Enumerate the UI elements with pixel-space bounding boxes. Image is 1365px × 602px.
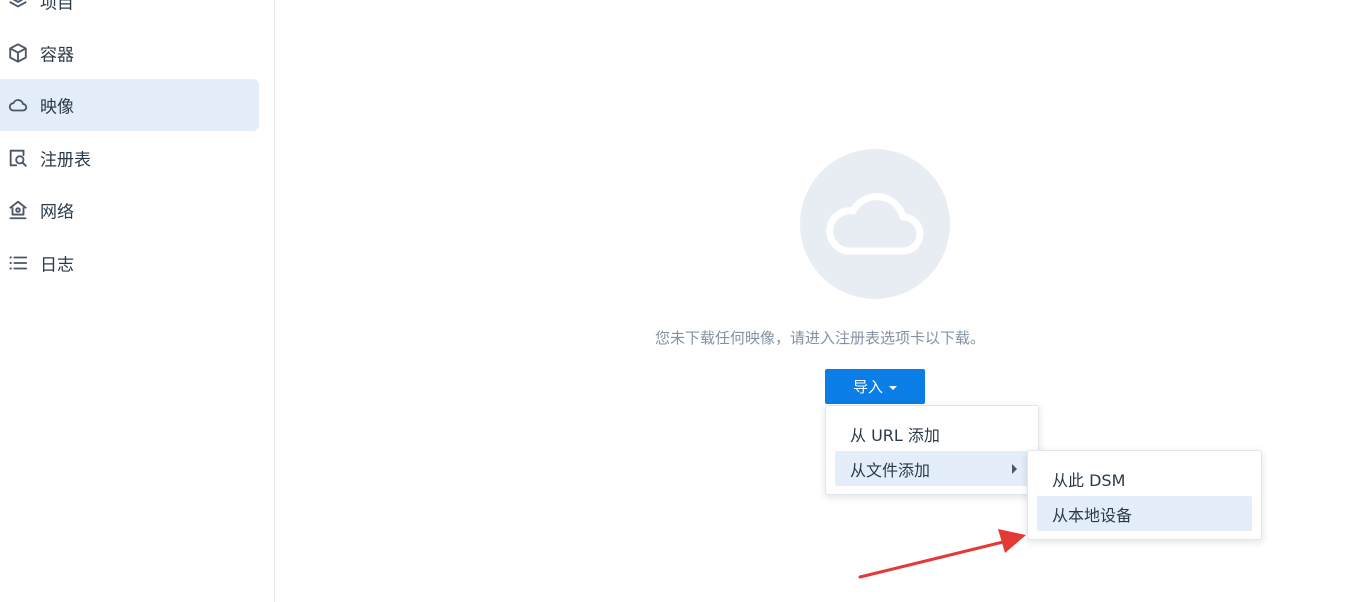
sidebar-item-registry[interactable]: 注册表 [0,132,259,184]
main-panel: 您未下载任何映像，请进入注册表选项卡以下载。 导入 从 URL 添加 从文件添加… [275,0,1365,602]
cube-icon [7,42,29,64]
cloud-icon [826,193,924,255]
empty-state-illustration [800,149,950,299]
menu-item-from-local-device[interactable]: 从本地设备 [1037,496,1252,531]
import-button-label: 导入 [852,378,883,396]
sidebar-item-label: 注册表 [40,150,91,171]
sidebar-item-label: 日志 [40,255,74,276]
sidebar-item-label: 项目 [40,0,74,14]
sidebar-item-project[interactable]: 项目 [0,0,259,27]
sidebar-item-container[interactable]: 容器 [0,27,259,79]
sidebar-item-label: 网络 [40,202,74,223]
sidebar-item-log[interactable]: 日志 [0,237,259,289]
menu-item-label: 从 URL 添加 [850,425,940,445]
empty-state-message: 您未下载任何映像，请进入注册表选项卡以下载。 [654,329,985,347]
sidebar-item-label: 映像 [40,97,74,118]
menu-item-add-from-url[interactable]: 从 URL 添加 [835,416,1029,451]
cloud-icon [7,94,29,116]
sidebar-item-image[interactable]: 映像 [0,79,259,131]
layers-icon [7,0,29,12]
caret-right-icon [1012,463,1017,474]
menu-item-from-this-dsm[interactable]: 从此 DSM [1037,461,1252,496]
menu-item-label: 从此 DSM [1052,470,1126,490]
menu-item-label: 从文件添加 [850,460,931,480]
sidebar: 项目 容器 映像 注册表 网络 日志 [0,0,275,602]
caret-down-icon [889,385,897,390]
sidebar-item-label: 容器 [40,45,74,66]
import-button[interactable]: 导入 [825,369,925,404]
network-house-icon [7,199,29,221]
sidebar-item-network[interactable]: 网络 [0,184,259,236]
registry-search-icon [7,147,29,169]
menu-item-label: 从本地设备 [1052,505,1133,525]
import-dropdown-menu: 从 URL 添加 从文件添加 [825,405,1039,495]
menu-item-add-from-file[interactable]: 从文件添加 [835,451,1029,486]
app-root: 项目 容器 映像 注册表 网络 日志 您未下载任何映像，请进入注册表选项卡以下载… [0,0,1365,602]
list-icon [7,252,29,274]
file-submenu: 从此 DSM 从本地设备 [1027,450,1262,540]
